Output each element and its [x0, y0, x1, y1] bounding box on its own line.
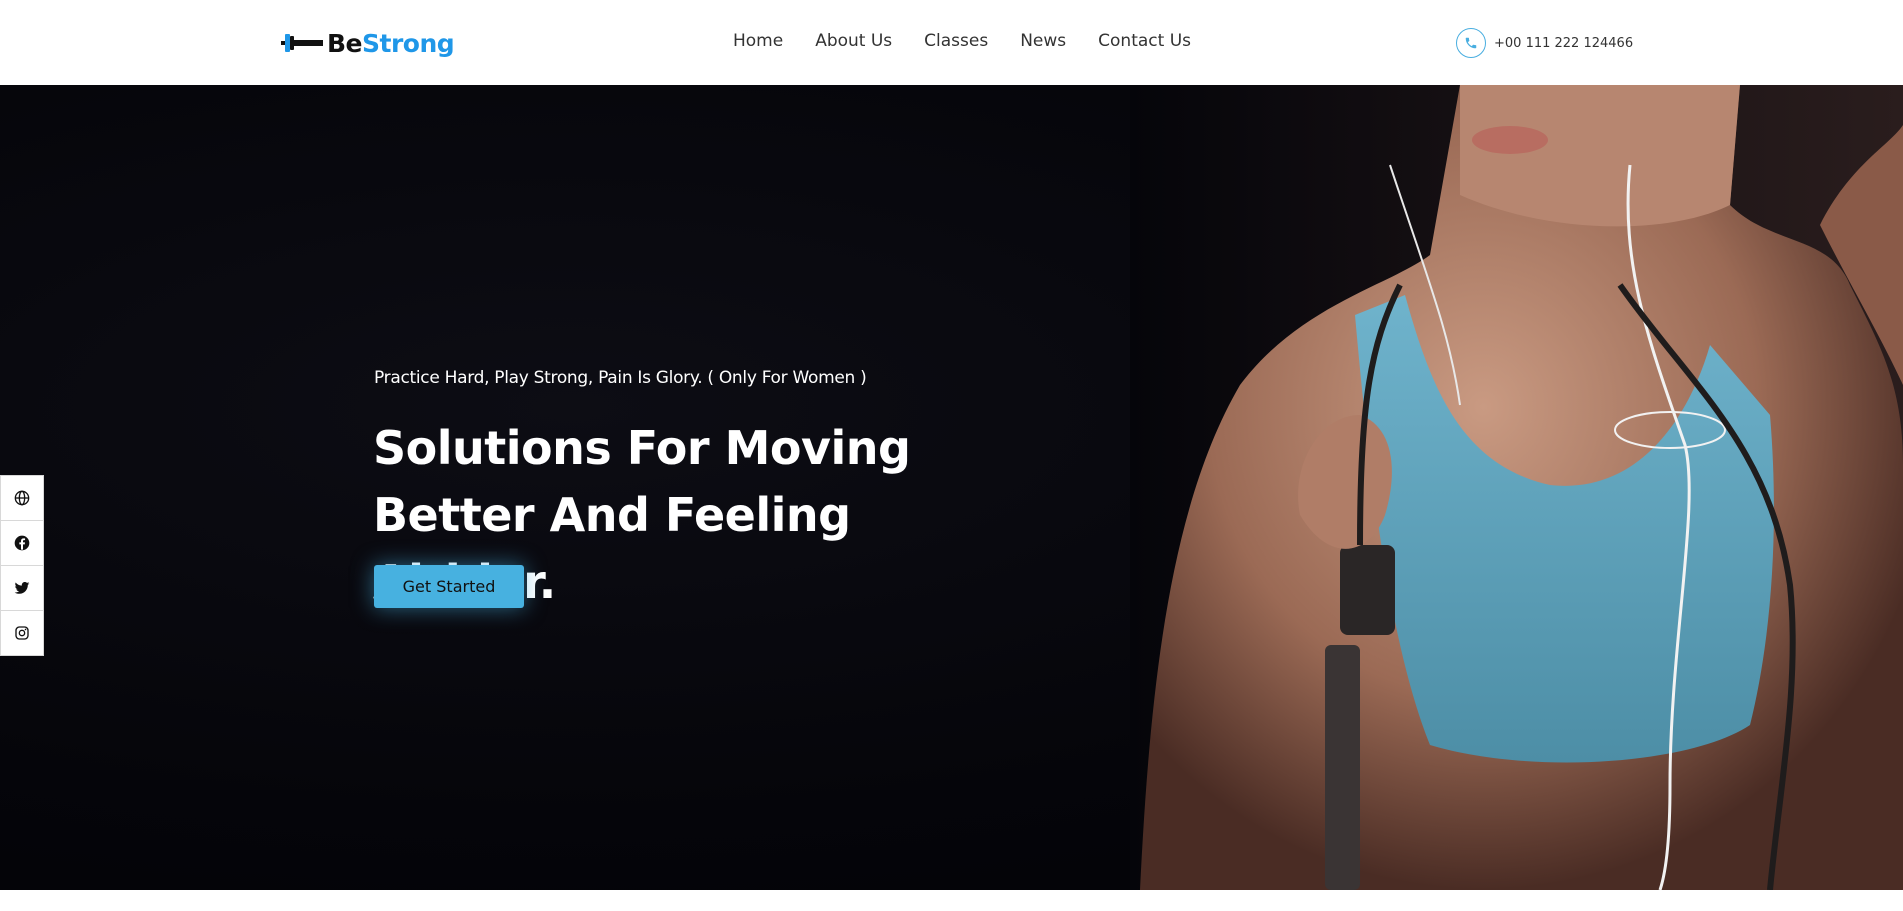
nav-item-about-us[interactable]: About Us: [815, 31, 892, 51]
social-sidebar: [0, 475, 44, 656]
brand-name: BeStrong: [327, 28, 455, 58]
twitter-link[interactable]: [0, 565, 44, 611]
phone-icon: [1456, 28, 1486, 58]
nav-item-classes[interactable]: Classes: [924, 31, 988, 51]
facebook-icon: [14, 535, 30, 551]
brand-name-part2: Strong: [362, 28, 455, 58]
dumbbell-icon: [281, 34, 323, 52]
page-bottom-strip: [0, 890, 1903, 911]
nav-item-contact-us[interactable]: Contact Us: [1098, 31, 1191, 51]
get-started-button[interactable]: Get Started: [374, 565, 524, 608]
instagram-icon: [15, 626, 29, 640]
hero-tagline: Practice Hard, Play Strong, Pain Is Glor…: [374, 368, 867, 388]
twitter-icon: [14, 582, 30, 594]
globe-icon: [14, 490, 30, 506]
instagram-link[interactable]: [0, 610, 44, 656]
globe-link[interactable]: [0, 475, 44, 521]
athlete-photo: [1130, 85, 1903, 890]
brand-name-part1: Be: [327, 28, 363, 58]
phone-contact[interactable]: +00 111 222 124466: [1456, 27, 1633, 59]
site-header: BeStrong Home About Us Classes News Cont…: [0, 0, 1903, 85]
phone-number: +00 111 222 124466: [1494, 35, 1634, 51]
hero-title-line1: Solutions For Moving: [373, 421, 911, 475]
nav-item-home[interactable]: Home: [733, 31, 783, 51]
hero-section: Practice Hard, Play Strong, Pain Is Glor…: [0, 85, 1903, 890]
facebook-link[interactable]: [0, 520, 44, 566]
main-nav: Home About Us Classes News Contact Us: [733, 31, 1223, 55]
brand-logo[interactable]: BeStrong: [281, 26, 455, 60]
nav-item-news[interactable]: News: [1020, 31, 1066, 51]
